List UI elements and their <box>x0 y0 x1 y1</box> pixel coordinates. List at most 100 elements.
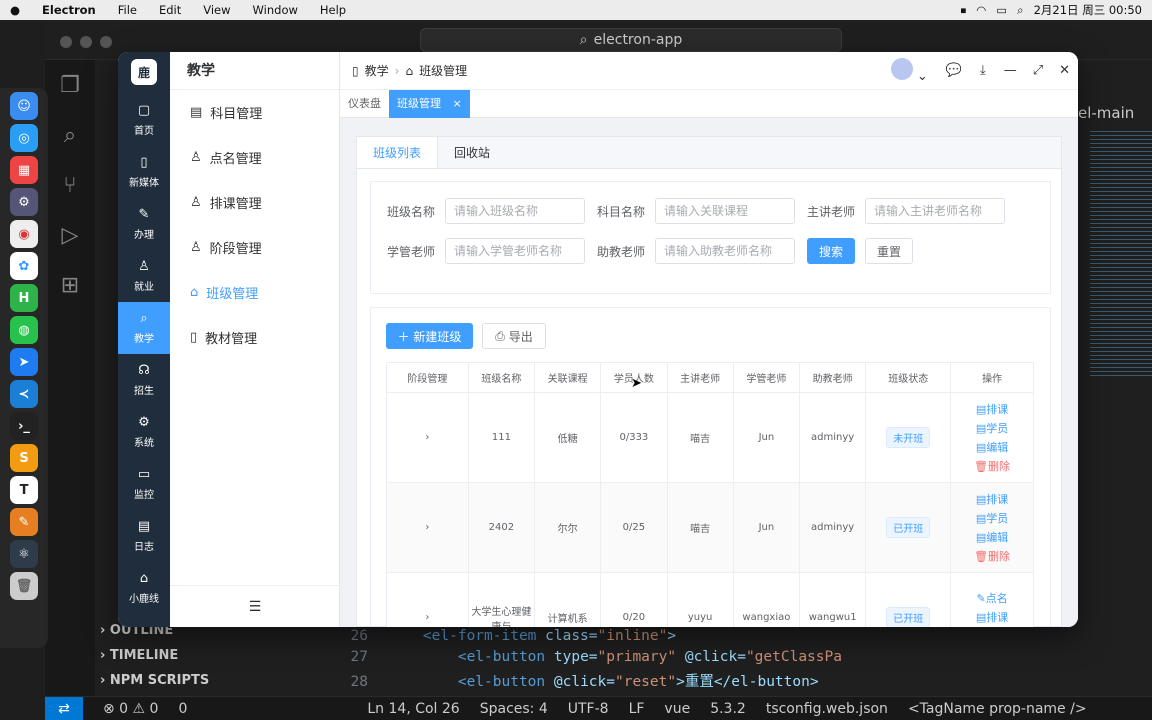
submenu-item[interactable]: ♙ 点名管理 <box>170 135 339 180</box>
submenu-item[interactable]: ▤ 科目管理 <box>170 90 339 135</box>
editor-tab[interactable]: el-main <box>1078 104 1134 122</box>
sketch-icon[interactable]: ✎ <box>10 508 38 536</box>
battery-icon[interactable]: ▭ <box>996 3 1007 17</box>
feishu-icon[interactable]: ➤ <box>10 348 38 376</box>
menu-edit[interactable]: Edit <box>159 3 181 17</box>
collapse-menu-icon[interactable]: ☰ <box>170 585 340 627</box>
code-line[interactable]: 27 <el-button type="primary" @click="get… <box>330 649 1152 670</box>
min-dot[interactable] <box>80 36 92 48</box>
nav-item[interactable]: ▯ 新媒体 <box>118 146 170 198</box>
electron-icon[interactable]: ⚛ <box>10 540 38 568</box>
download-icon[interactable]: ⤓ <box>980 63 986 78</box>
terminal-icon[interactable]: ›_ <box>10 412 38 440</box>
menu-file[interactable]: File <box>118 3 137 17</box>
eol-status[interactable]: LF <box>629 701 645 717</box>
table-row[interactable]: › 2402 尔尔 0/25 喵吉 Jun adminyy 已开班 ▤排课 ▤学员 ▤编辑 🗑删除 <box>386 482 1034 573</box>
nav-item[interactable]: ▢ 首页 <box>118 94 170 146</box>
operation-link[interactable]: ▤排课 <box>951 490 1033 509</box>
wechat-icon[interactable]: ◍ <box>10 316 38 344</box>
hbuilder-icon[interactable]: H <box>10 284 38 312</box>
menu-help[interactable]: Help <box>320 3 346 17</box>
new-class-button[interactable]: ＋ 新建班级 <box>386 323 473 349</box>
tag-status[interactable]: <TagName prop-name /> <box>908 701 1087 717</box>
language-status[interactable]: vue <box>664 701 690 717</box>
expand-row-icon[interactable]: › <box>386 482 469 573</box>
source-control-icon[interactable]: ⑂ <box>45 160 95 210</box>
code-line[interactable]: 26 <el-form-item class="inline"> <box>330 628 1152 649</box>
wifi-icon[interactable]: ◠ <box>976 3 986 17</box>
apple-icon[interactable]: ● <box>10 3 20 17</box>
maximize-icon[interactable]: ⤢ <box>1033 63 1043 78</box>
operation-link[interactable]: ✎点名 <box>951 589 1033 608</box>
nav-item[interactable]: ⚙ 系统 <box>118 406 170 458</box>
tab-recycle-bin[interactable]: 回收站 <box>438 137 506 168</box>
user-avatar[interactable]: ⌄ <box>890 57 928 84</box>
npm-scripts-section[interactable]: › NPM SCRIPTS <box>100 672 330 697</box>
code-editor[interactable]: 26 <el-form-item class="inline"> 27 <el-b… <box>330 628 1152 691</box>
nav-item[interactable]: ✎ 办理 <box>118 198 170 250</box>
submenu-item[interactable]: ⌂ 班级管理 <box>170 270 339 315</box>
operation-link[interactable]: ▤编辑 <box>951 438 1033 457</box>
close-tab-icon[interactable]: × <box>453 97 462 110</box>
spotlight-icon[interactable]: ⌕ <box>1017 3 1023 18</box>
lead-teacher-input[interactable]: 请输入主讲老师名称 <box>865 198 1006 224</box>
problems-status[interactable]: ⊗ 0 ⚠ 0 <box>103 701 158 717</box>
nav-item[interactable]: ▭ 监控 <box>118 458 170 510</box>
tsconfig-status[interactable]: tsconfig.web.json <box>766 701 888 717</box>
sublime-icon[interactable]: S <box>10 444 38 472</box>
encoding-status[interactable]: UTF-8 <box>568 701 609 717</box>
nav-item[interactable]: ☊ 招生 <box>118 354 170 406</box>
class-name-input[interactable]: 请输入班级名称 <box>445 198 586 224</box>
version-status[interactable]: 5.3.2 <box>710 701 746 717</box>
vscode-icon[interactable]: ≺ <box>10 380 38 408</box>
timeline-section[interactable]: › TIMELINE <box>100 647 330 672</box>
ports-status[interactable]: 0 <box>178 701 187 717</box>
clock[interactable]: 2月21日 周三 00:50 <box>1034 2 1142 18</box>
message-icon[interactable]: 💬 <box>946 63 962 78</box>
manage-teacher-input[interactable]: 请输入学管老师名称 <box>445 238 586 264</box>
command-center[interactable]: ⌕ electron-app <box>420 28 842 52</box>
extensions-icon[interactable]: ⊞ <box>45 260 95 310</box>
operation-link[interactable]: ▤学员 <box>951 419 1033 438</box>
typora-icon[interactable]: T <box>10 476 38 504</box>
delete-link[interactable]: 🗑删除 <box>951 547 1033 566</box>
submenu-item[interactable]: ♙ 阶段管理 <box>170 225 339 270</box>
code-line[interactable]: 28 <el-button @click="reset">重置</el-butt… <box>330 670 1152 691</box>
trash-icon[interactable]: 🗑 <box>10 572 38 600</box>
operation-link[interactable]: ▤排课 <box>951 400 1033 419</box>
safari-icon[interactable]: ◎ <box>10 124 38 152</box>
launchpad-icon[interactable]: ▦ <box>10 156 38 184</box>
nav-item[interactable]: ♙ 就业 <box>118 250 170 302</box>
minimap[interactable] <box>1090 128 1152 378</box>
close-dot[interactable] <box>60 36 72 48</box>
operation-link[interactable]: ▤排课 <box>951 608 1033 627</box>
table-row[interactable]: › 大学生心理健康与 计算机系 0/20 yuyu wangxiao wangwu1 已开班 ✎… <box>386 572 1034 627</box>
stop-icon[interactable]: ⏹ <box>960 3 966 18</box>
nav-item[interactable]: ⌕ 教学 <box>118 302 170 354</box>
export-button[interactable]: ⎙ 导出 <box>482 323 546 349</box>
settings-icon[interactable]: ⚙ <box>10 188 38 216</box>
breadcrumb-item[interactable]: 教学 <box>365 62 389 79</box>
table-row[interactable]: › 111 低糖 0/333 喵吉 Jun adminyy 未开班 ▤排课 ▤学员 ▤编辑 🗑删除 <box>386 392 1034 483</box>
expand-row-icon[interactable]: › <box>386 392 469 483</box>
menu-window[interactable]: Window <box>253 3 298 17</box>
tab-class-list[interactable]: 班级列表 <box>357 137 439 168</box>
tab-class-management[interactable]: 班级管理 × <box>389 89 470 118</box>
remote-icon[interactable]: ⇄ <box>45 696 83 720</box>
minimize-icon[interactable]: — <box>1004 63 1017 78</box>
max-dot[interactable] <box>100 36 112 48</box>
debug-icon[interactable]: ▷ <box>45 210 95 260</box>
subject-input[interactable]: 请输入关联课程 <box>655 198 796 224</box>
search-button[interactable]: 搜索 <box>807 238 855 264</box>
nav-item[interactable]: ▤ 日志 <box>118 510 170 562</box>
submenu-item[interactable]: ▯ 教材管理 <box>170 315 339 360</box>
cursor-position[interactable]: Ln 14, Col 26 <box>367 701 459 717</box>
finder-icon[interactable]: ☺ <box>10 92 38 120</box>
reset-button[interactable]: 重置 <box>865 238 913 264</box>
operation-link[interactable]: ▤编辑 <box>951 528 1033 547</box>
menu-view[interactable]: View <box>203 3 230 17</box>
tab-dashboard[interactable]: 仪表盘 <box>340 90 389 118</box>
expand-row-icon[interactable]: › <box>386 572 469 627</box>
search-icon[interactable]: ⌕ <box>45 110 95 160</box>
nav-item[interactable]: ⌂ 小鹿线 <box>118 562 170 614</box>
